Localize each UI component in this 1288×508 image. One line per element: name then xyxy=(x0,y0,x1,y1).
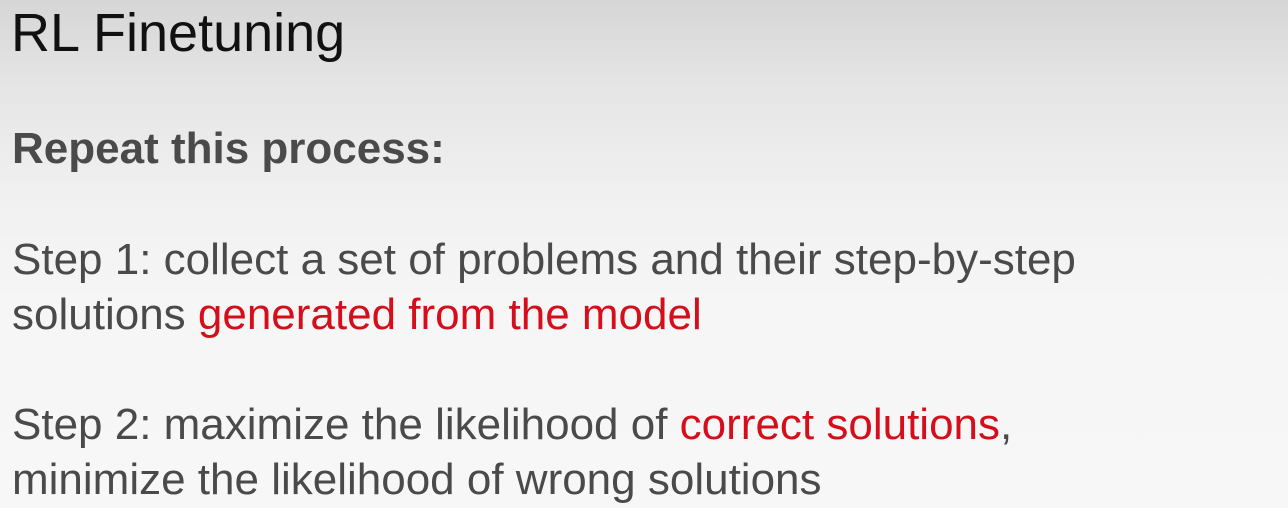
step-2-line-1: Step 2: maximize the likelihood of corre… xyxy=(12,397,1012,452)
step-1-line-2: solutions generated from the model xyxy=(12,287,1076,342)
process-heading: Repeat this process: xyxy=(12,124,445,173)
step-1-highlight: generated from the model xyxy=(197,290,702,339)
step-2-highlight: correct solutions xyxy=(679,400,1001,449)
slide-title: RL Finetuning xyxy=(11,3,346,63)
step-1-line-1: Step 1: collect a set of problems and th… xyxy=(12,235,1076,284)
slide: RL Finetuning Repeat this process: Step … xyxy=(0,0,1288,508)
step-1-line-2-prefix: solutions xyxy=(12,290,198,339)
step-1: Step 1: collect a set of problems and th… xyxy=(12,232,1076,342)
step-2-line-2: minimize the likelihood of wrong solutio… xyxy=(12,455,822,504)
step-2-line-1-prefix: Step 2: maximize the likelihood of xyxy=(12,400,680,449)
step-2-line-1-suffix: , xyxy=(1000,400,1013,449)
step-2: Step 2: maximize the likelihood of corre… xyxy=(12,397,1012,507)
